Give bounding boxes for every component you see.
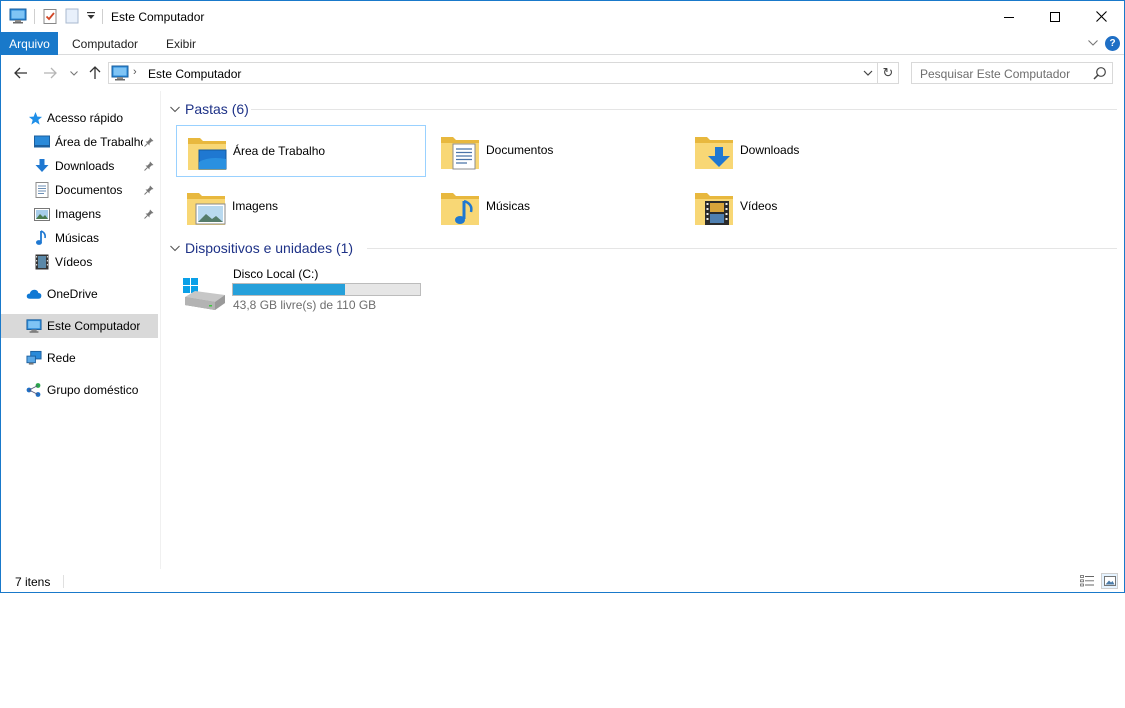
sidebar-item-este-computador[interactable]: Este Computador	[1, 314, 158, 338]
minimize-button[interactable]	[986, 1, 1032, 32]
folder-downloads[interactable]: Downloads	[684, 125, 934, 177]
hard-drive-icon	[182, 277, 226, 314]
drive-usage-fill	[233, 284, 346, 295]
ribbon-tabs: Arquivo Computador Exibir ?	[1, 32, 1124, 55]
search-icon[interactable]	[1093, 66, 1107, 83]
close-button[interactable]	[1078, 1, 1124, 32]
computer-icon[interactable]	[8, 7, 28, 25]
folder-area-de-trabalho[interactable]: Área de Trabalho	[176, 125, 426, 177]
computer-icon	[26, 318, 42, 334]
tab-arquivo[interactable]: Arquivo	[1, 32, 58, 55]
downloads-folder-icon	[694, 131, 734, 171]
address-bar[interactable]: › Este Computador	[108, 62, 878, 84]
maximize-button[interactable]	[1032, 1, 1078, 32]
sidebar-item-downloads[interactable]: Downloads	[1, 154, 158, 178]
pin-icon[interactable]	[144, 208, 154, 222]
up-arrow-icon[interactable]	[86, 64, 104, 82]
downloads-icon	[34, 158, 50, 174]
search-placeholder: Pesquisar Este Computador	[920, 67, 1071, 81]
window-title: Este Computador	[111, 10, 205, 24]
back-arrow-icon[interactable]	[11, 64, 31, 82]
documents-icon	[34, 182, 50, 198]
navigation-pane: Acesso rápido Área de Trabalho Downloads	[1, 101, 159, 571]
breadcrumb-este-computador[interactable]: Este Computador	[148, 67, 241, 81]
pin-icon[interactable]	[144, 160, 154, 174]
customize-toolbar-dropdown-icon[interactable]	[84, 7, 98, 25]
pictures-icon	[34, 206, 50, 222]
music-folder-icon	[440, 187, 480, 227]
new-folder-icon[interactable]	[64, 7, 80, 25]
drive-name: Disco Local (C:)	[233, 267, 319, 281]
search-input[interactable]: Pesquisar Este Computador	[911, 62, 1113, 84]
refresh-button[interactable]: ↻	[878, 62, 899, 84]
folder-imagens[interactable]: Imagens	[176, 181, 426, 233]
tab-exibir[interactable]: Exibir	[166, 32, 196, 55]
group-header-pastas[interactable]: Pastas (6)	[169, 100, 249, 118]
sidebar-item-area-de-trabalho[interactable]: Área de Trabalho	[1, 130, 158, 154]
group-divider	[251, 109, 1117, 110]
folder-videos[interactable]: Vídeos	[684, 181, 934, 233]
sidebar-item-videos[interactable]: Vídeos	[1, 250, 158, 274]
forward-arrow-icon[interactable]	[40, 64, 60, 82]
properties-icon[interactable]	[41, 7, 59, 25]
recent-locations-chevron-icon[interactable]	[67, 64, 81, 82]
group-header-dispositivos[interactable]: Dispositivos e unidades (1)	[169, 239, 353, 257]
pin-icon[interactable]	[144, 136, 154, 150]
homegroup-icon	[26, 382, 42, 398]
tab-computador[interactable]: Computador	[72, 32, 138, 55]
documents-folder-icon	[440, 131, 480, 171]
chevron-down-icon	[170, 106, 180, 113]
computer-icon	[111, 65, 129, 84]
onedrive-icon	[26, 286, 42, 302]
navigation-bar: › Este Computador ↻ Pesquisar Este Compu…	[1, 56, 1124, 90]
folder-musicas[interactable]: Músicas	[430, 181, 680, 233]
star-icon	[27, 110, 43, 126]
explorer-window: Este Computador Arquivo Computador Exibi…	[0, 0, 1125, 593]
status-separator	[63, 575, 64, 588]
item-count: 7 itens	[15, 575, 51, 589]
pictures-folder-icon	[186, 187, 226, 227]
quick-access-separator	[34, 9, 35, 24]
folder-documentos[interactable]: Documentos	[430, 125, 680, 177]
sidebar-item-imagens[interactable]: Imagens	[1, 202, 158, 226]
sidebar-item-musicas[interactable]: Músicas	[1, 226, 158, 250]
sidebar-divider	[160, 91, 161, 569]
help-icon[interactable]: ?	[1105, 36, 1120, 51]
quick-access-separator	[102, 9, 103, 24]
expand-ribbon-chevron-icon[interactable]	[1086, 36, 1100, 50]
desktop-folder-icon	[187, 132, 227, 172]
close-icon	[1095, 11, 1107, 22]
pin-icon[interactable]	[144, 184, 154, 198]
title-bar: Este Computador	[1, 1, 1124, 32]
minimize-icon	[1004, 16, 1014, 18]
large-icons-view-icon[interactable]	[1101, 573, 1118, 589]
details-view-icon[interactable]	[1079, 573, 1096, 589]
address-history-chevron-icon[interactable]	[863, 67, 873, 82]
drive-free-space: 43,8 GB livre(s) de 110 GB	[233, 298, 377, 312]
videos-icon	[34, 254, 50, 270]
status-bar: 7 itens	[1, 571, 1124, 592]
sidebar-item-documentos[interactable]: Documentos	[1, 178, 158, 202]
sidebar-item-acesso-rapido[interactable]: Acesso rápido	[1, 106, 158, 130]
sidebar-item-grupo-domestico[interactable]: Grupo doméstico	[1, 378, 158, 402]
sidebar-item-onedrive[interactable]: OneDrive	[1, 282, 158, 306]
group-divider	[367, 248, 1117, 249]
music-icon	[34, 230, 50, 246]
maximize-icon	[1050, 11, 1060, 22]
chevron-down-icon	[170, 245, 180, 252]
drive-disco-local-c[interactable]: Disco Local (C:) 43,8 GB livre(s) de 110…	[176, 263, 436, 318]
sidebar-item-rede[interactable]: Rede	[1, 346, 158, 370]
network-icon	[26, 350, 42, 366]
videos-folder-icon	[694, 187, 734, 227]
breadcrumb-separator-icon[interactable]: ›	[133, 66, 137, 78]
drive-usage-bar	[232, 283, 421, 296]
desktop-icon	[34, 134, 50, 150]
